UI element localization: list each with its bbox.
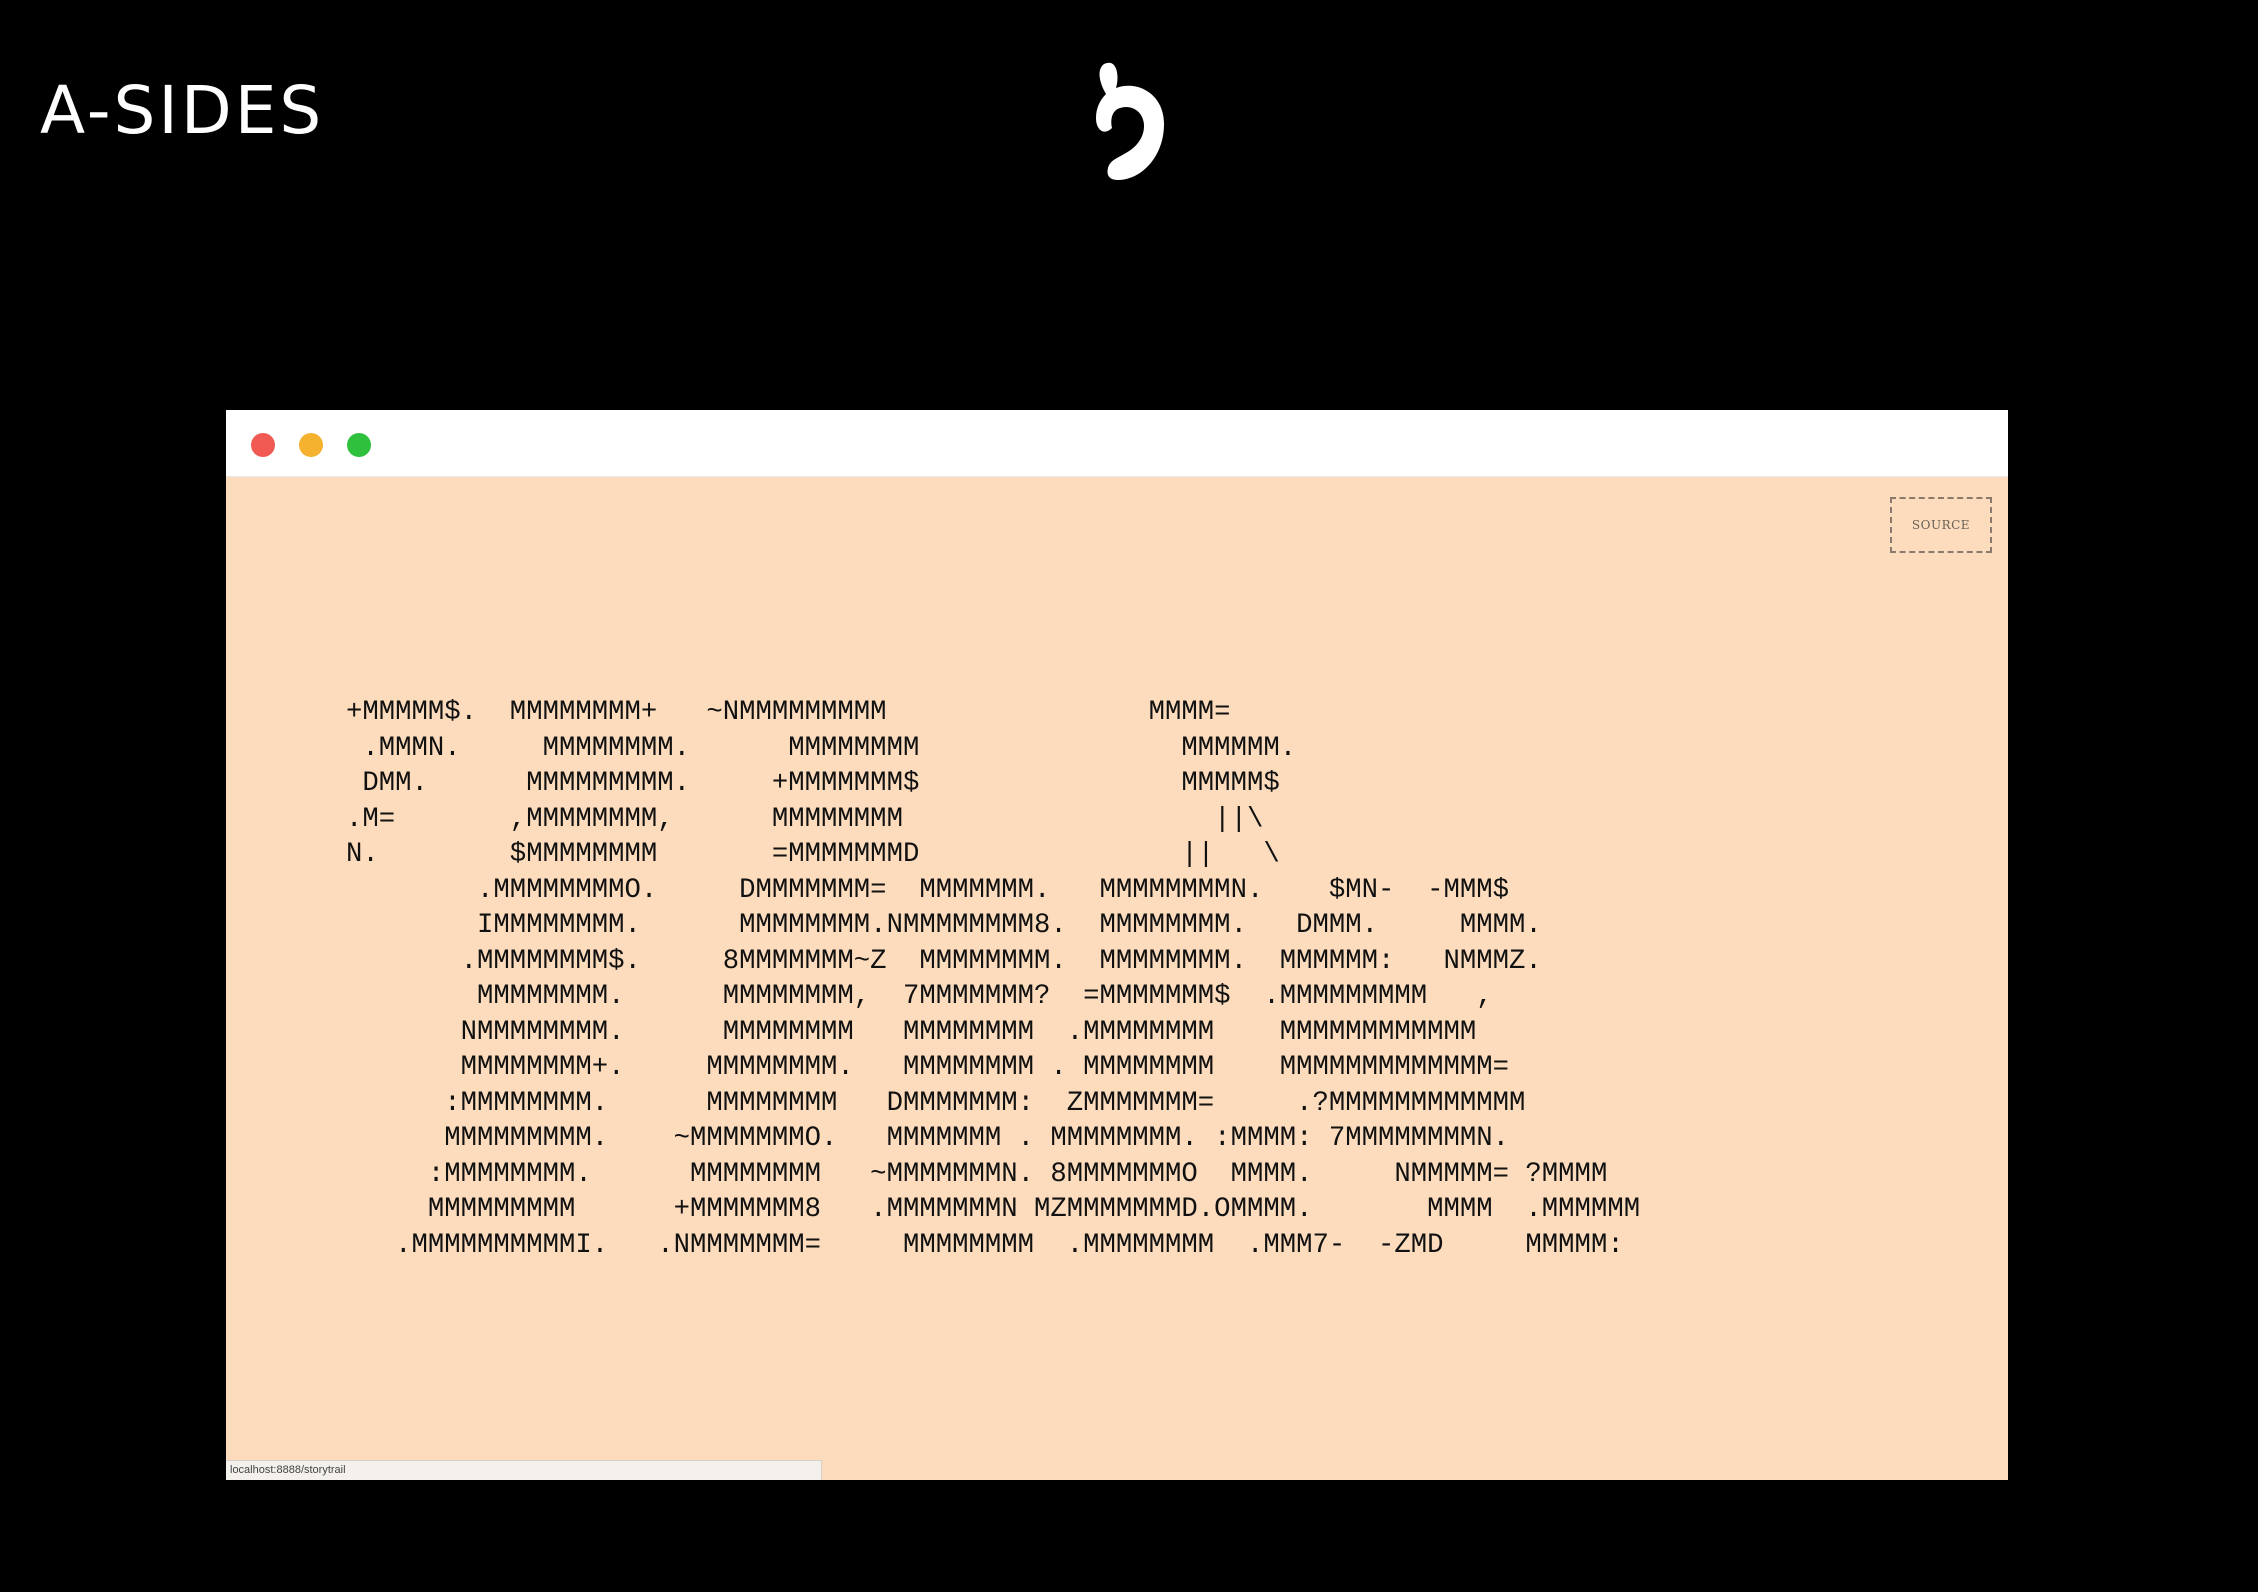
maximize-window-button[interactable]: [347, 433, 371, 457]
source-button[interactable]: SOURCE: [1890, 497, 1992, 553]
status-bar-url: localhost:8888/storytrail: [226, 1460, 822, 1480]
window-titlebar: [226, 410, 2008, 477]
browser-window: SOURCE +MMMMM$. MMMMMMMM+ ~NMMMMMMMMM MM…: [226, 410, 2008, 1480]
brand-title: A-SIDES: [40, 72, 325, 149]
minimize-window-button[interactable]: [299, 433, 323, 457]
presentation-slide: A-SIDES SOURCE +MMMMM$. MMMMMMMM+ ~NMMMM…: [0, 0, 2258, 1592]
stylized-b-logo-icon: [1096, 62, 1164, 180]
ascii-art-logo: +MMMMM$. MMMMMMMM+ ~NMMMMMMMMM MMMM= .MM…: [346, 697, 1641, 1261]
close-window-button[interactable]: [251, 433, 275, 457]
